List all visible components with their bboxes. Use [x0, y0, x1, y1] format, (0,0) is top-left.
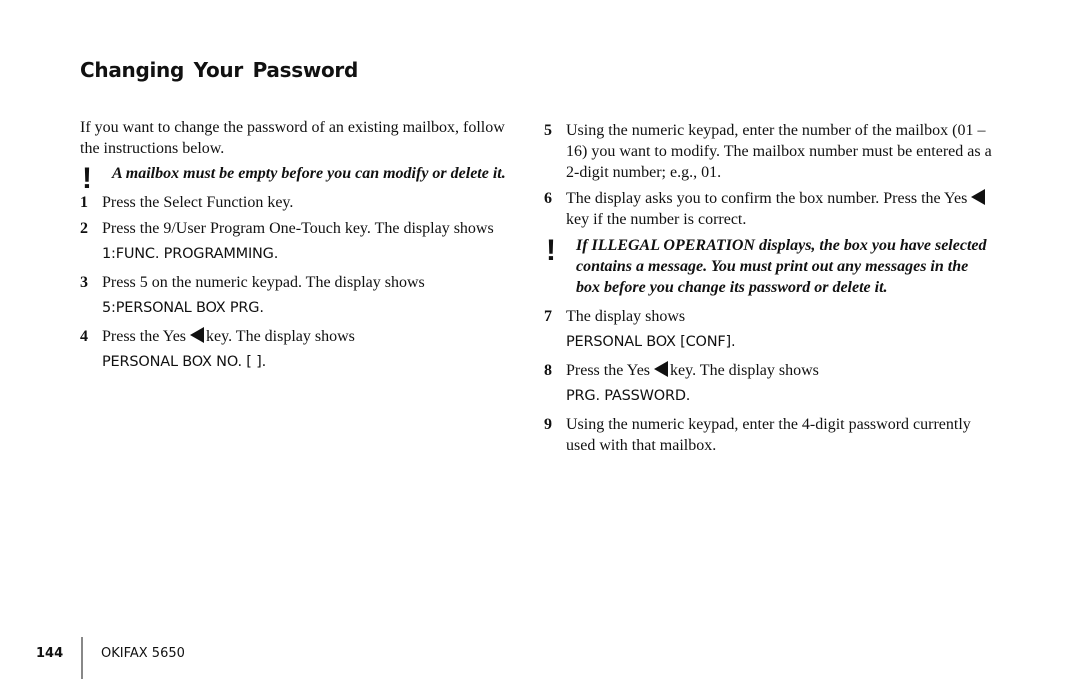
- page-title: Changing Your Password: [80, 58, 359, 82]
- step-number: 3: [80, 274, 88, 291]
- step-8: 8 Press the Yes key. The display shows: [544, 360, 994, 381]
- right-column: 5 Using the numeric keypad, enter the nu…: [544, 120, 994, 461]
- exclamation-icon: !: [82, 162, 92, 195]
- step-7: 7 The display shows: [544, 306, 994, 327]
- step-text-before: The display asks you to confirm the box …: [566, 190, 968, 207]
- step-text: Press the 9/User Program One-Touch key. …: [102, 220, 494, 237]
- step-text: The display shows: [566, 308, 686, 325]
- warning-text: A mailbox must be empty before you can m…: [112, 165, 506, 182]
- step-number: 6: [544, 190, 552, 207]
- step-text: Using the numeric keypad, enter the numb…: [566, 122, 992, 181]
- intro-text: If you want to change the password of an…: [80, 119, 505, 157]
- yes-left-arrow-icon: [190, 327, 205, 343]
- warning-note: ! A mailbox must be empty before you can…: [80, 163, 510, 194]
- step-text-before: Press the Yes: [566, 362, 651, 379]
- step-text: Press 5 on the numeric keypad. The displ…: [102, 274, 425, 291]
- step-number: 4: [80, 328, 88, 345]
- display-readout: 5:PERSONAL BOX PRG.: [102, 300, 264, 316]
- step-number: 8: [544, 362, 552, 379]
- step-number: 7: [544, 308, 552, 325]
- step-4: 4 Press the Yes key. The display shows: [80, 326, 510, 347]
- warning-text: If ILLEGAL OPERATION displays, the box y…: [576, 237, 987, 296]
- step-text: Using the numeric keypad, enter the 4-di…: [566, 416, 971, 454]
- display-readout: PRG. PASSWORD.: [566, 388, 691, 404]
- display-readout: PERSONAL BOX NO. [ ].: [102, 354, 266, 370]
- step-text-after: key if the number is correct.: [566, 211, 747, 228]
- step-number: 5: [544, 122, 552, 139]
- product-name: OKIFAX 5650: [101, 646, 185, 661]
- step-3: 3 Press 5 on the numeric keypad. The dis…: [80, 272, 510, 293]
- warning-note: ! If ILLEGAL OPERATION displays, the box…: [544, 235, 994, 298]
- page-number: 144: [36, 646, 64, 661]
- step-number: 1: [80, 194, 88, 211]
- display-readout: 1:FUNC. PROGRAMMING.: [102, 246, 279, 262]
- step-5: 5 Using the numeric keypad, enter the nu…: [544, 120, 994, 183]
- step-1: 1 Press the Select Function key.: [80, 192, 510, 213]
- step-text: Press the Select Function key.: [102, 194, 294, 211]
- step-text-after: key. The display shows: [206, 328, 355, 345]
- yes-left-arrow-icon: [654, 361, 669, 377]
- footer-divider: [81, 637, 83, 679]
- step-text-after: key. The display shows: [670, 362, 819, 379]
- step-number: 9: [544, 416, 552, 433]
- step-6: 6 The display asks you to confirm the bo…: [544, 188, 994, 230]
- step-2: 2 Press the 9/User Program One-Touch key…: [80, 218, 510, 239]
- step-9: 9 Using the numeric keypad, enter the 4-…: [544, 414, 994, 456]
- step-number: 2: [80, 220, 88, 237]
- exclamation-icon: !: [546, 234, 556, 267]
- yes-left-arrow-icon: [971, 189, 986, 205]
- step-text-before: Press the Yes: [102, 328, 187, 345]
- left-column: If you want to change the password of an…: [80, 117, 510, 380]
- display-readout: PERSONAL BOX [CONF].: [566, 334, 736, 350]
